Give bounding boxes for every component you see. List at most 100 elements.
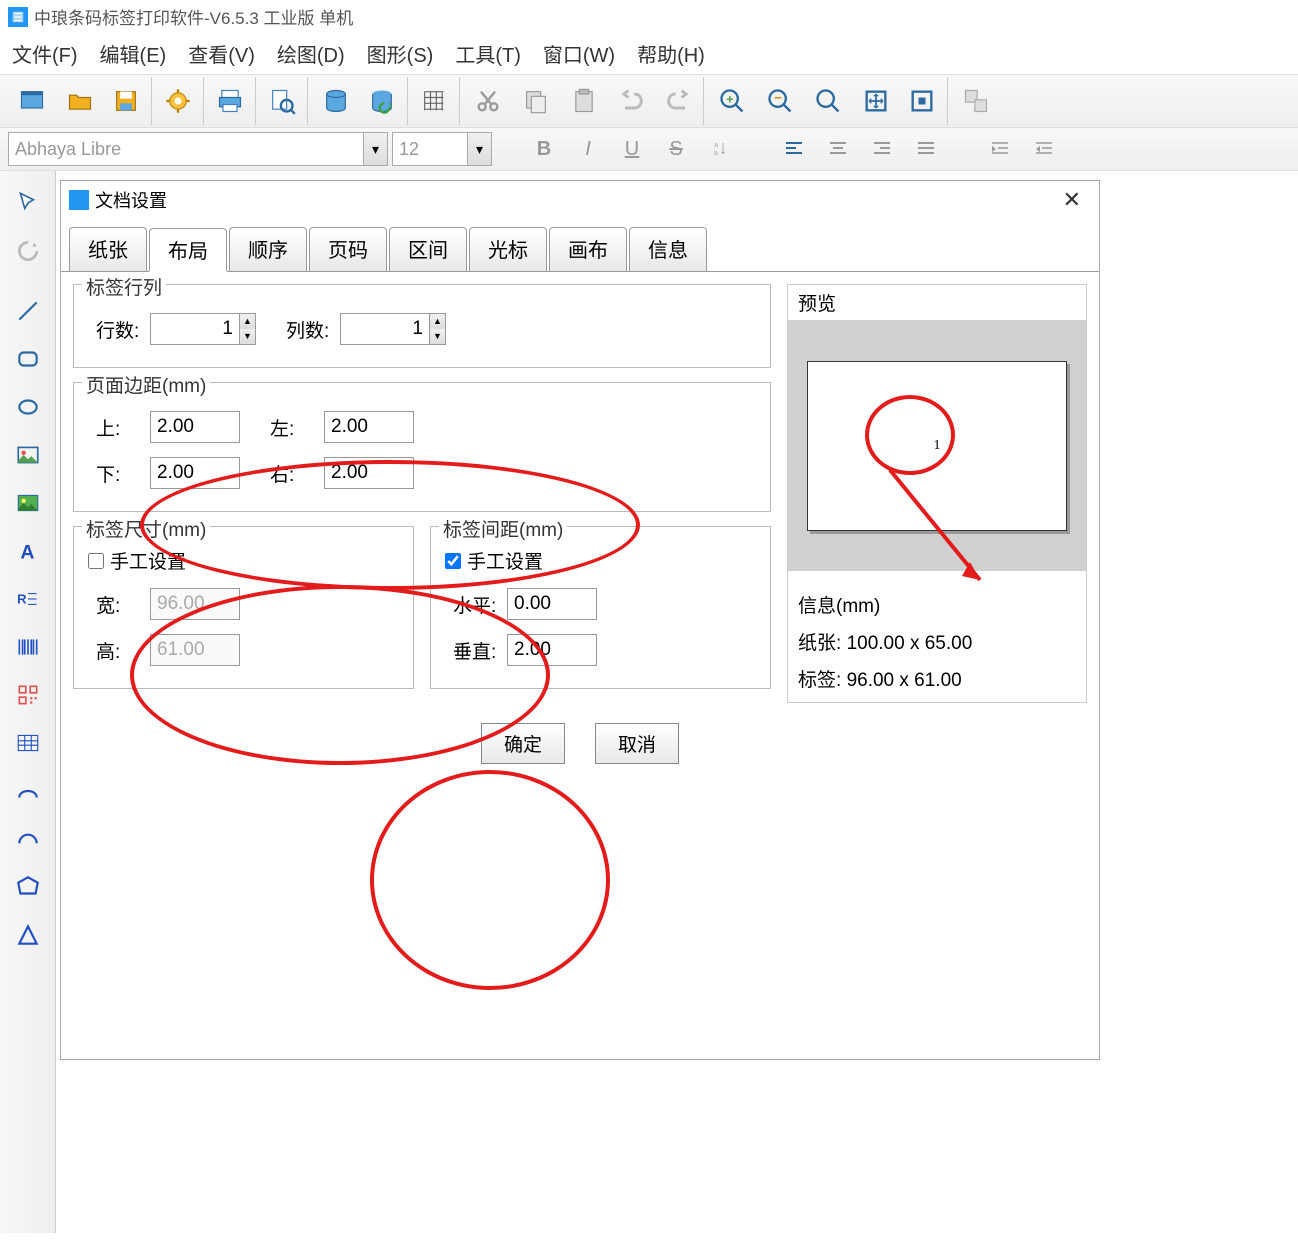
- cols-down-icon[interactable]: ▼: [430, 329, 445, 344]
- copy-icon[interactable]: [512, 77, 560, 125]
- cut-icon[interactable]: [464, 77, 512, 125]
- underline-button[interactable]: U: [610, 132, 654, 166]
- center-icon[interactable]: [900, 77, 948, 125]
- margin-top-input[interactable]: [150, 411, 240, 443]
- align-left-icon[interactable]: [772, 132, 816, 166]
- rows-down-icon[interactable]: ▼: [240, 329, 255, 344]
- ellipse-icon[interactable]: [7, 383, 49, 431]
- tab-canvas[interactable]: 画布: [549, 227, 627, 271]
- text-icon[interactable]: A: [7, 527, 49, 575]
- curve-icon[interactable]: [7, 767, 49, 815]
- tab-layout[interactable]: 布局: [149, 228, 227, 272]
- cancel-button[interactable]: 取消: [595, 723, 679, 764]
- zoom-out-icon[interactable]: −: [756, 77, 804, 125]
- info-tag-label: 标签:: [798, 670, 841, 691]
- rotate-icon[interactable]: [7, 227, 49, 275]
- info-tag-value: 96.00 x 61.00: [847, 670, 962, 691]
- cols-input[interactable]: [340, 313, 430, 345]
- ok-button[interactable]: 确定: [481, 723, 565, 764]
- font-size-input[interactable]: [393, 139, 467, 160]
- margin-left-label: 左:: [270, 414, 318, 441]
- polygon-icon[interactable]: [7, 863, 49, 911]
- margin-left-input[interactable]: [324, 411, 414, 443]
- tab-paper[interactable]: 纸张: [69, 227, 147, 271]
- settings-icon[interactable]: [156, 77, 204, 125]
- align-center-icon[interactable]: [816, 132, 860, 166]
- barcode-icon[interactable]: [7, 623, 49, 671]
- qrcode-icon[interactable]: [7, 671, 49, 719]
- menu-shape[interactable]: 图形(S): [367, 39, 434, 68]
- rows-input[interactable]: [150, 313, 240, 345]
- cols-up-icon[interactable]: ▲: [430, 314, 445, 329]
- menu-window[interactable]: 窗口(W): [543, 39, 615, 68]
- margin-right-input[interactable]: [324, 457, 414, 489]
- info-label: 信息(mm): [798, 591, 1076, 618]
- arc-icon[interactable]: [7, 815, 49, 863]
- menu-file[interactable]: 文件(F): [12, 39, 78, 68]
- rows-up-icon[interactable]: ▲: [240, 314, 255, 329]
- italic-button[interactable]: I: [566, 132, 610, 166]
- zoom-icon[interactable]: [804, 77, 852, 125]
- grid-icon[interactable]: [412, 77, 460, 125]
- spacing-manual-checkbox[interactable]: [445, 553, 461, 569]
- svg-text:R: R: [17, 591, 27, 606]
- align-right-icon[interactable]: [860, 132, 904, 166]
- rounded-rect-icon[interactable]: [7, 335, 49, 383]
- strike-button[interactable]: S: [654, 132, 698, 166]
- preview-area: 1: [788, 320, 1086, 571]
- menu-edit[interactable]: 编辑(E): [100, 39, 167, 68]
- align-justify-icon[interactable]: [904, 132, 948, 166]
- preview-page: 1: [807, 361, 1067, 531]
- horiz-input[interactable]: [507, 588, 597, 620]
- font-name-input[interactable]: [9, 139, 363, 160]
- indent-icon[interactable]: [978, 132, 1022, 166]
- vertical-text-icon[interactable]: Ab: [698, 132, 742, 166]
- triangle-icon[interactable]: [7, 911, 49, 959]
- document-settings-dialog: 文档设置 ✕ 纸张 布局 顺序 页码 区间 光标 画布 信息 标签行列 行数: …: [60, 180, 1100, 1060]
- undo-icon[interactable]: [608, 77, 656, 125]
- tab-pageno[interactable]: 页码: [309, 227, 387, 271]
- tab-range[interactable]: 区间: [389, 227, 467, 271]
- bold-button[interactable]: B: [522, 132, 566, 166]
- app-icon: [8, 7, 28, 27]
- menu-tool[interactable]: 工具(T): [455, 39, 521, 68]
- table-icon[interactable]: [7, 719, 49, 767]
- redo-icon[interactable]: [656, 77, 704, 125]
- line-icon[interactable]: [7, 287, 49, 335]
- open-icon[interactable]: [56, 77, 104, 125]
- new-icon[interactable]: [8, 77, 56, 125]
- font-name-select[interactable]: ▾: [8, 132, 388, 166]
- tab-info[interactable]: 信息: [629, 227, 707, 271]
- size-manual-checkbox[interactable]: [88, 553, 104, 569]
- menu-help[interactable]: 帮助(H): [637, 39, 705, 68]
- tab-cursor[interactable]: 光标: [469, 227, 547, 271]
- fit-icon[interactable]: [852, 77, 900, 125]
- database-icon[interactable]: [312, 77, 360, 125]
- menu-view[interactable]: 查看(V): [188, 39, 255, 68]
- font-size-select[interactable]: ▾: [392, 132, 492, 166]
- font-size-dropdown-icon[interactable]: ▾: [467, 133, 491, 165]
- close-icon[interactable]: ✕: [1053, 185, 1091, 215]
- side-toolbar: A R: [0, 171, 56, 1233]
- save-icon[interactable]: [104, 77, 152, 125]
- spacing-fieldset: 标签间距(mm) 手工设置 水平: 垂直:: [430, 526, 771, 689]
- print-icon[interactable]: [208, 77, 256, 125]
- image-icon[interactable]: [7, 479, 49, 527]
- font-name-dropdown-icon[interactable]: ▾: [363, 133, 387, 165]
- menu-draw[interactable]: 绘图(D): [277, 39, 345, 68]
- image-placeholder-icon[interactable]: [7, 431, 49, 479]
- outdent-icon[interactable]: [1022, 132, 1066, 166]
- zoom-in-icon[interactable]: +: [708, 77, 756, 125]
- vert-input[interactable]: [507, 634, 597, 666]
- paste-icon[interactable]: [560, 77, 608, 125]
- preview-icon[interactable]: [260, 77, 308, 125]
- group-icon[interactable]: [952, 77, 1000, 125]
- database-sync-icon[interactable]: [360, 77, 408, 125]
- tab-order[interactable]: 顺序: [229, 227, 307, 271]
- info-paper-value: 100.00 x 65.00: [847, 633, 973, 654]
- pointer-icon[interactable]: [7, 179, 49, 227]
- height-label: 高:: [96, 637, 144, 664]
- margin-bottom-input[interactable]: [150, 457, 240, 489]
- richtext-icon[interactable]: R: [7, 575, 49, 623]
- svg-text:A: A: [20, 542, 34, 564]
